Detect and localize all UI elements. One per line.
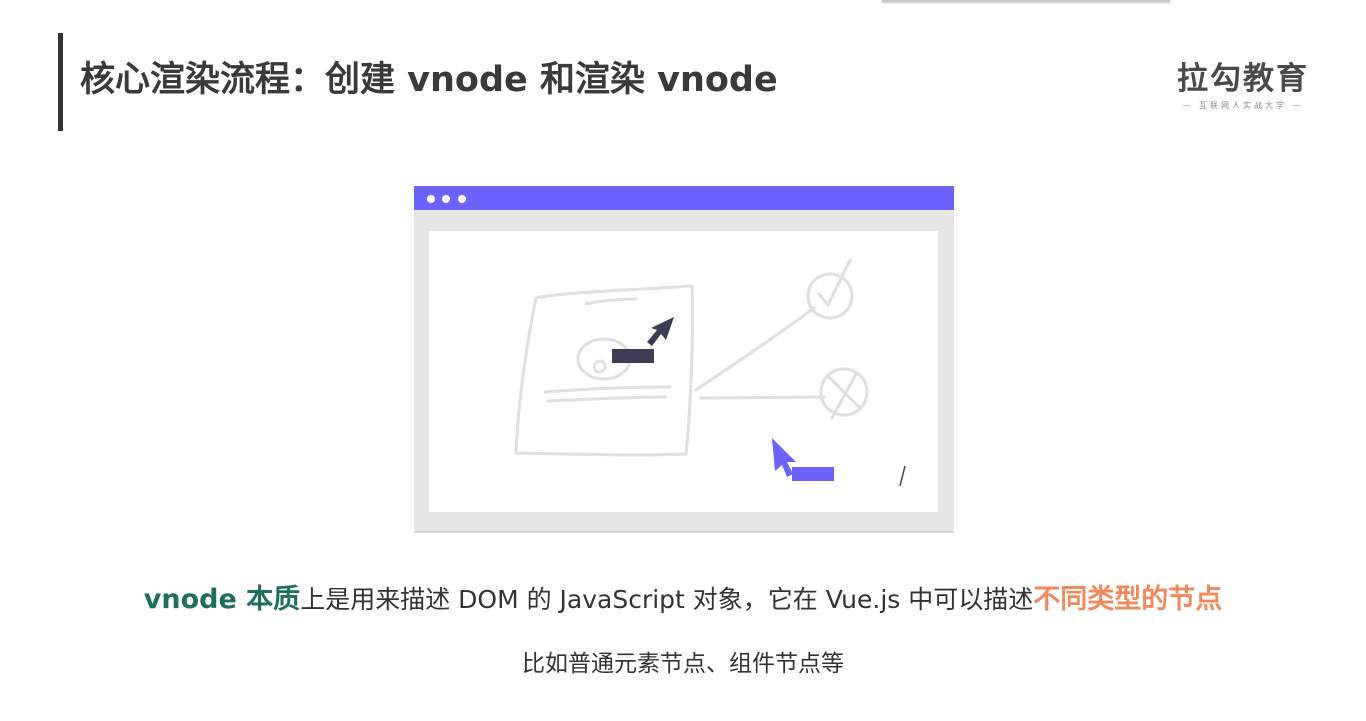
window-dot-icon: [442, 195, 450, 203]
browser-illustration: [414, 186, 954, 533]
title-accent-bar: [58, 33, 63, 131]
caption-term: vnode 本质: [143, 584, 301, 615]
slide: 核心渲染流程：创建 vnode 和渲染 vnode 拉勾教育 — 互联网人实战大…: [0, 0, 1366, 721]
logo-name: 拉勾教育: [1177, 61, 1309, 97]
sub-caption: 比如普通元素节点、组件节点等: [522, 651, 844, 677]
browser-illustration-svg: [414, 186, 954, 531]
browser-title-bar: [414, 186, 954, 210]
window-dot-icon: [427, 195, 435, 203]
brand-logo: 拉勾教育 — 互联网人实战大学 —: [1176, 60, 1310, 111]
caption-middle: 上是用来描述 DOM 的 JavaScript 对象，它在 Vue.js 中可以…: [300, 585, 1034, 614]
browser-content-area: [429, 231, 938, 512]
slide-title: 核心渲染流程：创建 vnode 和渲染 vnode: [80, 60, 778, 100]
logo-tagline: — 互联网人实战大学 —: [1182, 101, 1304, 110]
caption-line: vnode 本质上是用来描述 DOM 的 JavaScript 对象，它在 Vu…: [0, 580, 1366, 620]
caption-highlight: 不同类型的节点: [1033, 584, 1223, 615]
top-edge-bar: [882, 0, 1170, 2]
window-dot-icon: [458, 195, 466, 203]
